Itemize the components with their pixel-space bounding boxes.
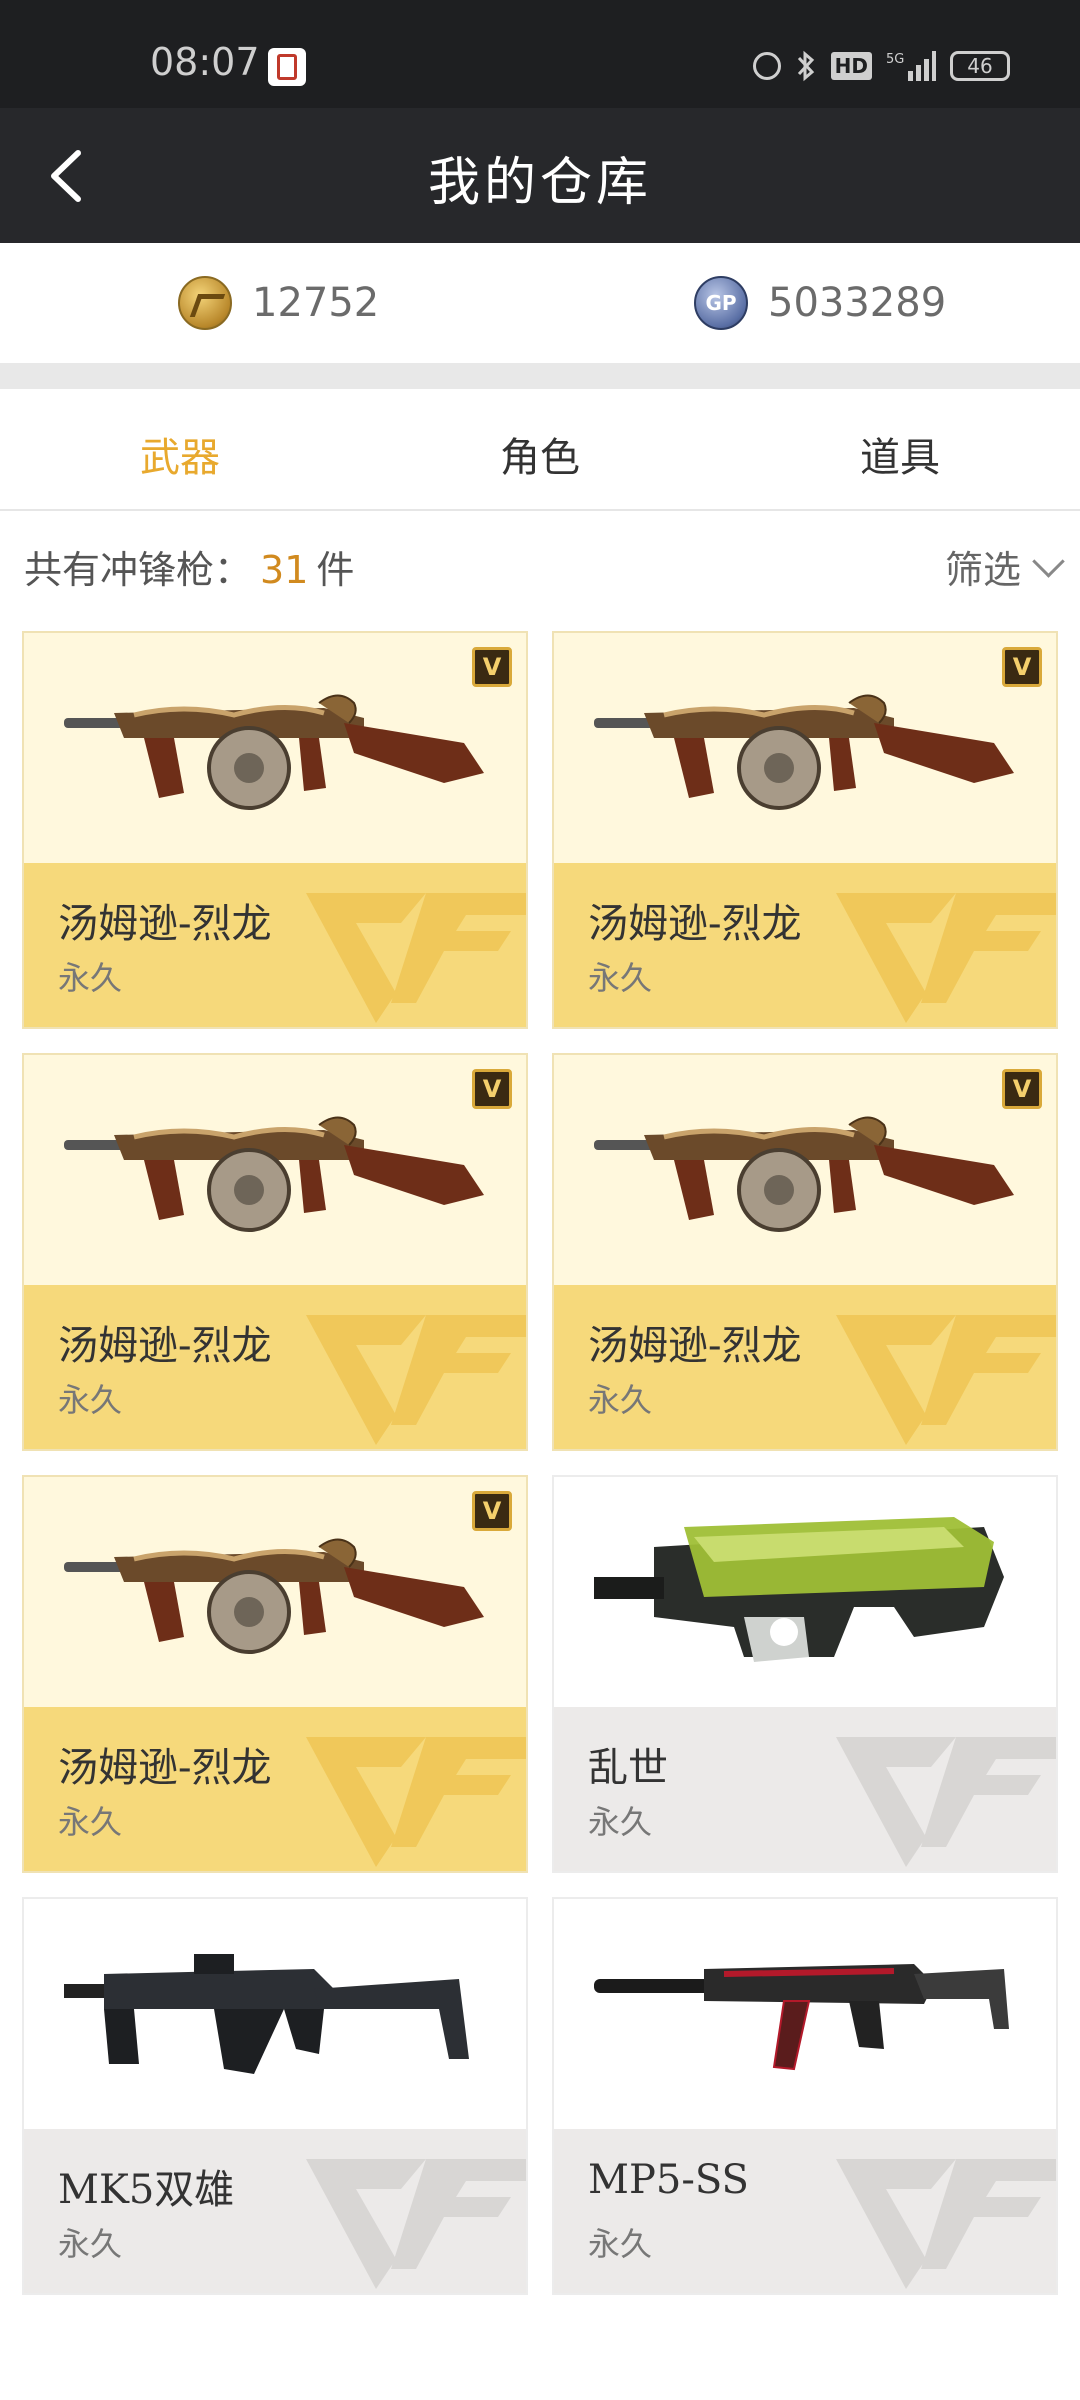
weapon-info: 汤姆逊-烈龙永久 [554,1285,1056,1449]
weapon-name: MK5双雄 [58,2167,235,2213]
cf-logo-watermark [836,1315,1056,1445]
vip-badge-icon: V [1002,647,1042,687]
status-time: 08:07 [150,40,260,84]
weapon-image-area: V [24,633,526,863]
weapon-duration: 永久 [588,959,653,997]
weapon-card[interactable]: MP5-SS 永久 [552,1897,1058,2295]
vip-badge-icon: V [472,1491,512,1531]
weapon-card[interactable]: V 汤姆逊-烈龙永久 [22,1053,528,1451]
weapon-card[interactable]: V 汤姆逊-烈龙永久 [22,1475,528,1873]
weapon-image-thompson [64,1116,484,1232]
weapon-duration: 永久 [58,2225,123,2263]
weapon-card[interactable]: MK5双雄永久 [22,1897,528,2295]
cf-logo-watermark [836,1737,1056,1867]
status-bar: 08:07 HD 5G 46 [0,0,1080,108]
weapon-image-area: V [24,1477,526,1707]
weapon-info: 汤姆逊-烈龙永久 [24,863,526,1027]
title-bar: 我的仓库 [0,108,1080,243]
cf-logo-watermark [836,2159,1056,2289]
count-suffix: 件 [316,548,355,592]
count-number: 31 [260,548,309,592]
alarm-icon [752,52,781,80]
cf-logo-watermark [306,1315,526,1445]
weapon-info: 乱世 永久 [554,1707,1056,1871]
weapon-image-p90 [594,1517,1004,1662]
weapon-duration: 永久 [58,959,123,997]
weapon-image-area: V [24,1055,526,1285]
item-count: 共有冲锋枪： 31 件 [24,539,354,594]
cf-coin-icon [178,276,232,330]
signal-icon: 5G [886,51,936,81]
weapon-card[interactable]: V 汤姆逊-烈龙永久 [22,631,528,1029]
weapon-name: 乱世 [588,1745,668,1791]
weapon-card[interactable]: V 汤姆逊-烈龙永久 [552,1053,1058,1451]
weapon-card[interactable]: 乱世 永久 [552,1475,1058,1873]
filter-button[interactable]: 筛选 [944,539,1065,594]
weapon-card[interactable]: V 汤姆逊-烈龙永久 [552,631,1058,1029]
weapon-image-thompson [64,694,484,810]
status-icons: HD 5G 46 [752,44,1010,88]
weapon-info: 汤姆逊-烈龙永久 [24,1707,526,1871]
weapon-name: 汤姆逊-烈龙 [58,901,272,947]
section-divider [0,363,1080,389]
weapon-info: MP5-SS 永久 [554,2129,1056,2293]
cf-points: 12752 [178,275,379,331]
weapon-image-thompson [594,694,1014,810]
weapon-image-mp5 [594,1964,1009,2071]
weapon-image-area [24,1899,526,2129]
weapon-image-area [554,1899,1056,2129]
gp-points-value: 5033289 [768,280,947,326]
weapon-duration: 永久 [58,1803,123,1841]
category-tabs: 武器 角色 道具 [0,389,1080,511]
weapon-image-area: V [554,633,1056,863]
weapon-image-thompson [64,1538,484,1654]
weapon-duration: 永久 [588,1381,653,1419]
tab-items[interactable]: 道具 [720,425,1080,483]
weapon-name: 汤姆逊-烈龙 [58,1323,272,1369]
page-title: 我的仓库 [427,153,652,213]
count-prefix: 共有冲锋枪： [24,548,253,592]
weapon-duration: 永久 [58,1381,123,1419]
currency-bar: 12752 GP 5033289 [0,243,1080,363]
weapon-name: 汤姆逊-烈龙 [58,1745,272,1791]
weapon-image-thompson [594,1116,1014,1232]
app-notification-icon [268,48,306,86]
weapon-duration: 永久 [588,1803,653,1841]
weapon-info: 汤姆逊-烈龙永久 [554,863,1056,1027]
cf-logo-watermark [306,1737,526,1867]
summary-bar: 共有冲锋枪： 31 件 筛选 [0,511,1080,611]
weapon-name: 汤姆逊-烈龙 [588,901,802,947]
cf-logo-watermark [306,893,526,1023]
cf-points-value: 12752 [252,280,380,326]
weapon-info: 汤姆逊-烈龙永久 [24,1285,526,1449]
weapon-image-vector [64,1954,469,2074]
hd-icon: HD [830,52,872,80]
weapon-image-area [554,1477,1056,1707]
battery-icon: 46 [950,51,1010,81]
tab-characters[interactable]: 角色 [360,425,720,483]
chevron-down-icon [1032,545,1065,578]
filter-label: 筛选 [944,548,1021,592]
vip-badge-icon: V [472,647,512,687]
weapon-name: MP5-SS [588,2157,749,2203]
tab-weapons[interactable]: 武器 [0,425,360,483]
weapon-name: 汤姆逊-烈龙 [588,1323,802,1369]
vip-badge-icon: V [472,1069,512,1109]
gp-points: GP 5033289 [694,275,946,331]
bluetooth-icon [797,50,814,82]
cf-logo-watermark [306,2159,526,2289]
gp-coin-icon: GP [694,276,748,330]
weapon-info: MK5双雄永久 [24,2129,526,2293]
network-type: 5G [886,52,904,67]
weapon-duration: 永久 [588,2225,653,2263]
weapon-image-area: V [554,1055,1056,1285]
vip-badge-icon: V [1002,1069,1042,1109]
cf-logo-watermark [836,893,1056,1023]
